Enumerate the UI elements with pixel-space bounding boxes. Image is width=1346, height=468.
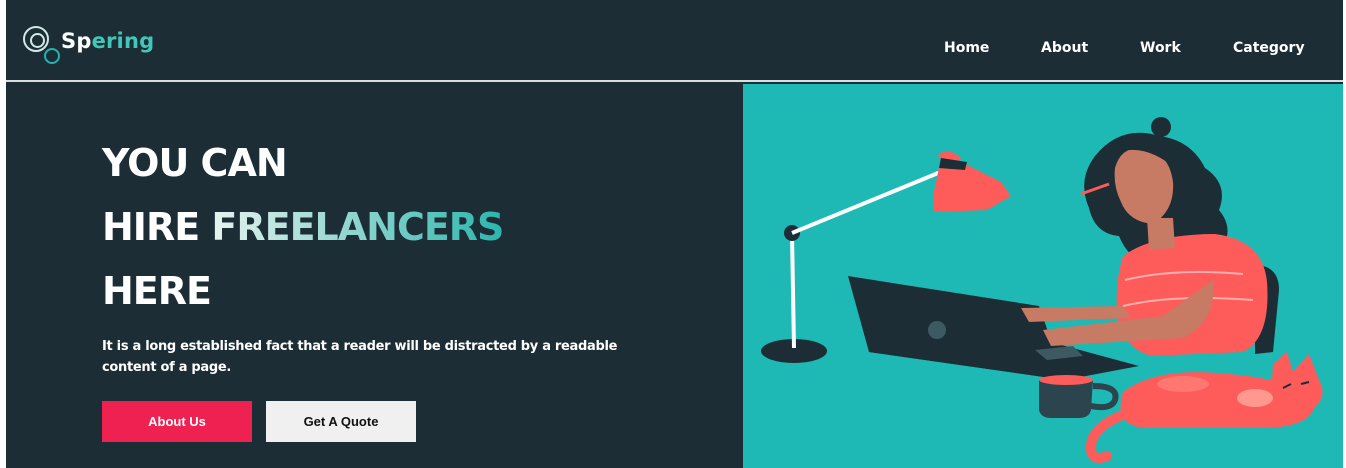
hero-illustration-panel [743, 84, 1343, 468]
hero-content: YOU CAN HIRE FREELANCERS HERE It is a lo… [6, 84, 743, 468]
nav-work[interactable]: Work [1140, 40, 1181, 56]
hero-description: It is a long established fact that a rea… [102, 339, 618, 375]
hero-headline-line1: YOU CAN [102, 141, 288, 185]
navbar: Spering Home About Work Category [6, 0, 1343, 82]
get-a-quote-button[interactable]: Get A Quote [266, 401, 416, 442]
page-frame: Spering Home About Work Category YOU CAN… [6, 0, 1343, 468]
hero-headline-line2: HIRE FREELANCERS [102, 205, 504, 249]
hero-headline-accent: FREELANCERS [211, 205, 504, 249]
nav-home[interactable]: Home [944, 40, 989, 56]
nav-category[interactable]: Category [1233, 40, 1305, 56]
about-us-button[interactable]: About Us [102, 401, 252, 442]
hero-headline-line3: HERE [102, 269, 212, 313]
freelancer-working-on-laptop-illustration [761, 117, 1323, 463]
main-nav: Home About Work Category [6, 40, 1343, 60]
nav-about[interactable]: About [1041, 40, 1088, 56]
